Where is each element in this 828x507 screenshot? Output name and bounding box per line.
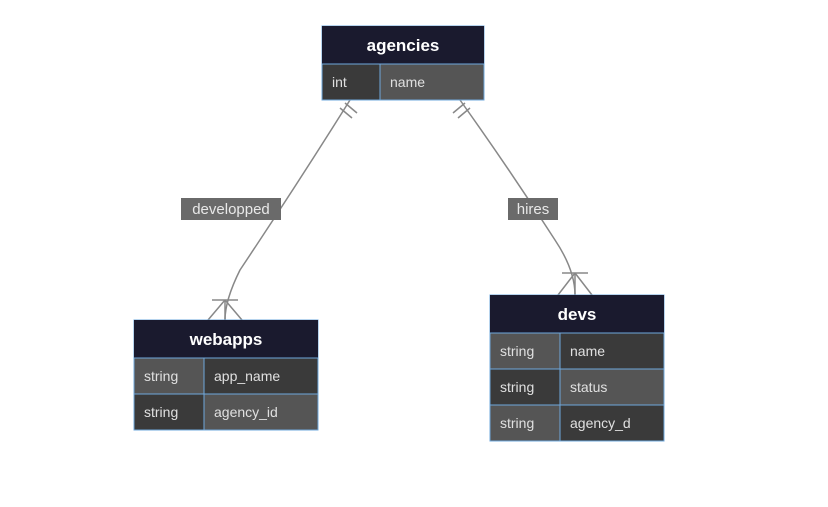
devs-row1-name: status [570,379,607,395]
webapps-row1-name: agency_id [214,404,278,420]
devs-row0-type: string [500,343,534,359]
webapps-row0-type: string [144,368,178,384]
agencies-row0-name: name [390,74,425,90]
entity-agencies-title: agencies [367,36,440,55]
webapps-row0-name: app_name [214,368,280,384]
devs-row2-type: string [500,415,534,431]
entity-webapps-title: webapps [189,330,263,349]
relation-developped: developped [181,100,357,320]
devs-row2-name: agency_d [570,415,631,431]
relation-hires: hires [453,100,592,295]
er-diagram: developped hires agencies int name webap… [0,0,828,507]
entity-devs-title: devs [558,305,597,324]
entity-devs: devs string name string status string ag… [490,295,664,441]
entity-webapps: webapps string app_name string agency_id [134,320,318,430]
webapps-row1-type: string [144,404,178,420]
devs-row0-name: name [570,343,605,359]
agencies-row0-type: int [332,74,347,90]
entity-agencies: agencies int name [322,26,484,100]
devs-row1-type: string [500,379,534,395]
relation-label-hires: hires [517,201,550,218]
relation-label-developped: developped [192,201,270,218]
